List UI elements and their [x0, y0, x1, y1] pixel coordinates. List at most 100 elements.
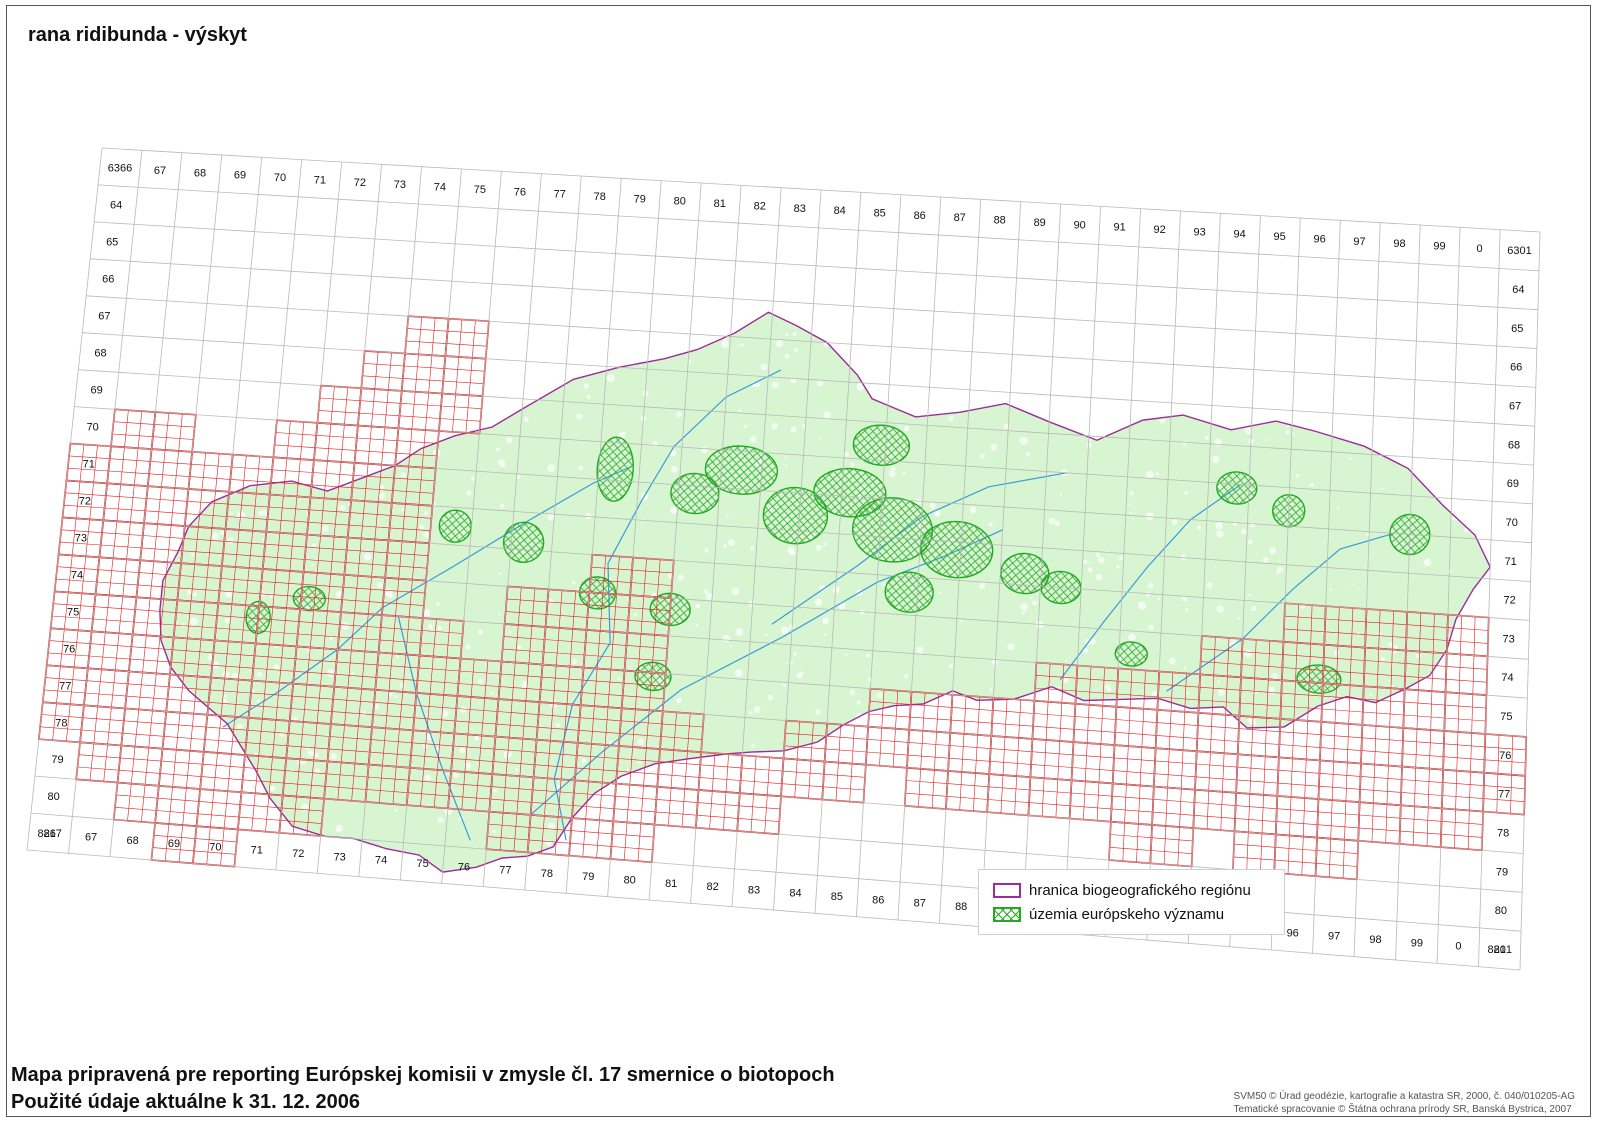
- texture-speck: [768, 694, 774, 701]
- texture-speck: [1068, 413, 1076, 420]
- occurrence-subline: [973, 772, 976, 812]
- occurrence-subline: [447, 330, 488, 334]
- occurrence-subline: [1510, 774, 1512, 814]
- texture-speck: [312, 543, 317, 548]
- texture-speck: [104, 615, 107, 618]
- texture-speck: [1032, 600, 1038, 606]
- occurrence-subline: [892, 728, 896, 767]
- texture-speck: [1019, 437, 1028, 445]
- occurrence-subline: [1427, 768, 1430, 808]
- texture-speck: [809, 858, 814, 863]
- occurrence-cell: [357, 387, 403, 430]
- bottom-label: 97: [1328, 931, 1340, 943]
- occurrence-subline: [122, 559, 127, 597]
- occurrence-cell: [1314, 836, 1360, 881]
- texture-speck: [1487, 390, 1491, 395]
- occurrence-cell: [1233, 791, 1279, 836]
- texture-speck: [981, 827, 989, 836]
- texture-speck: [882, 831, 885, 834]
- texture-speck: [377, 582, 384, 589]
- texture-speck: [335, 590, 343, 598]
- occurrence-subline: [82, 717, 124, 722]
- occurrence-subline: [1014, 776, 1017, 815]
- texture-speck: [914, 746, 921, 753]
- occurrence-subline: [851, 725, 855, 764]
- texture-speck: [1080, 760, 1084, 763]
- occurrence-subline: [119, 757, 162, 762]
- texture-speck: [1216, 638, 1220, 642]
- texture-speck: [1395, 446, 1404, 455]
- texture-speck: [876, 692, 883, 699]
- bottom-label: 81: [665, 878, 677, 890]
- texture-speck: [430, 627, 434, 631]
- texture-speck: [477, 678, 483, 684]
- occurrence-subline: [1233, 843, 1276, 848]
- texture-speck: [395, 654, 399, 658]
- occurrence-subline: [77, 766, 119, 771]
- texture-speck: [714, 767, 721, 774]
- occurrence-subline: [138, 672, 143, 710]
- occurrence-subline: [161, 760, 203, 765]
- texture-speck: [111, 295, 114, 298]
- texture-speck: [704, 589, 709, 594]
- texture-speck: [105, 783, 113, 791]
- occurrence-subline: [397, 440, 438, 444]
- texture-speck: [1477, 842, 1479, 845]
- texture-speck: [1254, 773, 1259, 778]
- texture-speck: [823, 411, 831, 420]
- top-label: 71: [314, 175, 326, 187]
- occurrence-subline: [992, 722, 1034, 727]
- occurrence-subline: [103, 744, 108, 782]
- texture-speck: [1486, 429, 1491, 435]
- texture-speck: [101, 452, 109, 460]
- texture-speck: [604, 823, 607, 826]
- texture-speck: [656, 350, 660, 353]
- texture-speck: [67, 487, 71, 491]
- footer-line-1: Mapa pripravená pre reporting Európskej …: [11, 1064, 835, 1086]
- left-label: 71: [83, 458, 95, 470]
- texture-speck: [230, 512, 233, 515]
- texture-speck: [548, 598, 554, 604]
- texture-speck: [581, 758, 587, 764]
- texture-speck: [948, 415, 954, 422]
- texture-speck: [453, 772, 459, 778]
- occurrence-subline: [1220, 791, 1223, 831]
- occurrence-cell: [102, 482, 149, 525]
- texture-speck: [1197, 525, 1202, 530]
- texture-speck: [305, 268, 310, 273]
- texture-speck: [988, 522, 993, 527]
- occurrence-subline: [1057, 740, 1061, 780]
- occurrence-cell: [313, 421, 359, 464]
- texture-speck: [77, 453, 83, 459]
- occurrence-subline: [152, 436, 194, 440]
- texture-speck: [729, 834, 737, 841]
- texture-speck: [423, 531, 430, 538]
- texture-speck: [339, 505, 346, 511]
- occurrence-subline: [319, 397, 361, 401]
- texture-speck: [316, 273, 323, 280]
- occurrence-subline: [1083, 781, 1086, 820]
- texture-speck: [816, 379, 824, 387]
- occurrence-subline: [1445, 679, 1487, 683]
- occurrence-subline: [1454, 809, 1456, 849]
- texture-speck: [1151, 690, 1158, 697]
- occurrence-cell: [1108, 820, 1153, 865]
- texture-speck: [958, 306, 961, 309]
- texture-speck: [1152, 473, 1155, 476]
- occurrence-subline: [808, 760, 812, 799]
- texture-speck: [1306, 361, 1309, 364]
- texture-speck: [1508, 496, 1510, 498]
- occurrence-subline: [468, 357, 473, 396]
- texture-speck: [578, 465, 583, 471]
- texture-speck: [626, 769, 630, 772]
- occurrence-subline: [197, 813, 240, 818]
- bottom-label: 86: [872, 894, 884, 906]
- texture-speck: [1213, 735, 1218, 740]
- occurrence-subline: [990, 748, 1032, 752]
- occurrence-cell: [1444, 652, 1489, 696]
- texture-speck: [78, 378, 86, 386]
- texture-speck: [490, 691, 494, 696]
- texture-speck: [566, 831, 571, 836]
- texture-speck: [327, 669, 335, 677]
- occurrence-subline: [100, 544, 142, 549]
